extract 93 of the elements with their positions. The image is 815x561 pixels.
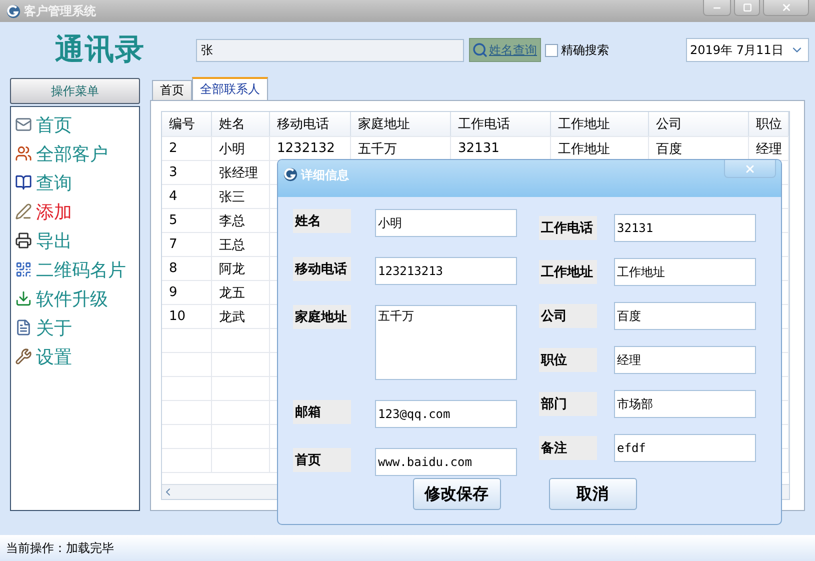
column-header[interactable]: 姓名 <box>212 112 270 136</box>
field-label: 移动电话 <box>293 257 351 281</box>
table-cell-text: 五千万 <box>358 140 397 158</box>
table-cell: 32131 <box>458 141 500 156</box>
input-field[interactable]: 32131 <box>614 214 756 242</box>
table-cell-text: 李总 <box>219 212 245 230</box>
input-field[interactable]: efdf <box>614 434 756 462</box>
app-heading: 通讯录 <box>55 31 146 68</box>
column-header[interactable]: 工作地址 <box>551 112 649 136</box>
close-button[interactable] <box>724 160 776 178</box>
book-icon <box>15 174 32 191</box>
search-icon <box>472 42 488 58</box>
input-field[interactable]: 小明 <box>375 209 517 237</box>
input-field[interactable]: 百度 <box>614 302 756 330</box>
table-cell-text: 百度 <box>656 140 682 158</box>
table-cell: 9 <box>169 285 178 300</box>
column-header[interactable]: 公司 <box>649 112 749 136</box>
column-header[interactable]: 编号 <box>162 112 212 136</box>
menu-item[interactable]: 二维码名片 <box>36 258 126 282</box>
table-cell-text: 龙武 <box>219 308 245 326</box>
field-label: 备注 <box>539 436 597 460</box>
field-label: 工作地址 <box>539 260 597 284</box>
input-field[interactable]: 工作地址 <box>614 258 756 286</box>
field-label: 部门 <box>539 392 597 416</box>
table-cell: 8 <box>169 261 178 276</box>
field-label: 公司 <box>539 304 597 328</box>
table-cell-text: 小明 <box>219 140 245 158</box>
printer-icon <box>15 232 32 249</box>
table-cell-text: 阿龙 <box>219 260 245 278</box>
table-cell: 3 <box>169 165 178 180</box>
window-title: 客户管理系统 <box>24 2 96 20</box>
date-picker[interactable]: 2019年 7月11日 <box>686 38 809 62</box>
input-field[interactable]: 123@qq.com <box>375 400 517 428</box>
wrench-icon <box>15 348 32 365</box>
maximize-button[interactable] <box>734 0 760 16</box>
app-logo-icon <box>283 167 298 182</box>
table-cell-text: 张三 <box>219 188 245 206</box>
qr-code-icon <box>15 261 32 278</box>
table-cell-text: 张经理 <box>219 164 258 182</box>
field-label: 职位 <box>539 348 597 372</box>
dialog-title: 详细信息 <box>301 167 349 184</box>
text-area[interactable]: 五千万 <box>375 305 517 380</box>
minimize-button[interactable] <box>703 0 731 16</box>
table-cell: 2 <box>169 141 178 156</box>
field-label: 姓名 <box>293 209 351 233</box>
exact-search-checkbox[interactable] <box>545 44 558 56</box>
table-cell: 4 <box>169 189 178 204</box>
menu-item[interactable]: 查询 <box>36 170 72 194</box>
close-icon <box>744 162 756 174</box>
tab[interactable]: 全部联系人 <box>192 77 268 100</box>
file-icon <box>15 319 32 336</box>
cancel-button[interactable]: 取消 <box>548 478 636 510</box>
menu-item[interactable]: 全部客户 <box>36 142 108 166</box>
table-cell-text: 经理 <box>756 140 782 158</box>
column-header[interactable]: 工作电话 <box>451 112 551 136</box>
input-field[interactable]: 123213213 <box>375 257 517 285</box>
table-cell: 1232132 <box>277 141 335 156</box>
table-cell-text: 王总 <box>219 236 245 254</box>
app-logo-icon <box>6 4 21 18</box>
maximize-icon <box>742 3 752 12</box>
menu-item[interactable]: 设置 <box>36 344 72 368</box>
pencil-icon <box>15 203 32 220</box>
users-icon <box>15 145 32 162</box>
table-cell-text: 工作地址 <box>558 140 610 158</box>
column-header[interactable]: 移动电话 <box>270 112 351 136</box>
menu-item[interactable]: 软件升级 <box>36 286 108 310</box>
menu-item[interactable]: 导出 <box>36 228 72 252</box>
field-label: 首页 <box>293 448 351 472</box>
search-field[interactable]: 张 <box>196 38 464 62</box>
input-field[interactable]: 市场部 <box>614 390 756 418</box>
field-label: 家庭地址 <box>293 305 351 329</box>
close-icon <box>780 2 792 13</box>
menu-item[interactable]: 关于 <box>36 316 72 340</box>
save-button[interactable]: 修改保存 <box>412 478 500 510</box>
status-text: 当前操作：加载完毕 <box>6 540 114 556</box>
menu-item[interactable]: 添加 <box>36 200 72 224</box>
table-cell: 5 <box>169 213 178 228</box>
close-button[interactable] <box>763 0 809 16</box>
field-label: 邮箱 <box>293 400 351 424</box>
column-header[interactable]: 职位 <box>749 112 789 136</box>
input-field[interactable]: www.baidu.com <box>375 448 517 476</box>
menu-item[interactable]: 首页 <box>36 112 72 136</box>
table-cell: 10 <box>169 309 186 324</box>
table-cell-text: 龙五 <box>219 284 245 302</box>
menu-header-button[interactable]: 操作菜单 <box>10 78 140 104</box>
mail-icon <box>15 116 32 133</box>
field-label: 工作电话 <box>539 216 597 240</box>
table-cell: 7 <box>169 237 178 252</box>
tab[interactable]: 首页 <box>152 80 192 100</box>
checkbox-label: 精确搜索 <box>561 42 609 58</box>
download-icon <box>15 290 32 307</box>
input-field[interactable]: 经理 <box>614 346 756 374</box>
column-header[interactable]: 家庭地址 <box>351 112 451 136</box>
